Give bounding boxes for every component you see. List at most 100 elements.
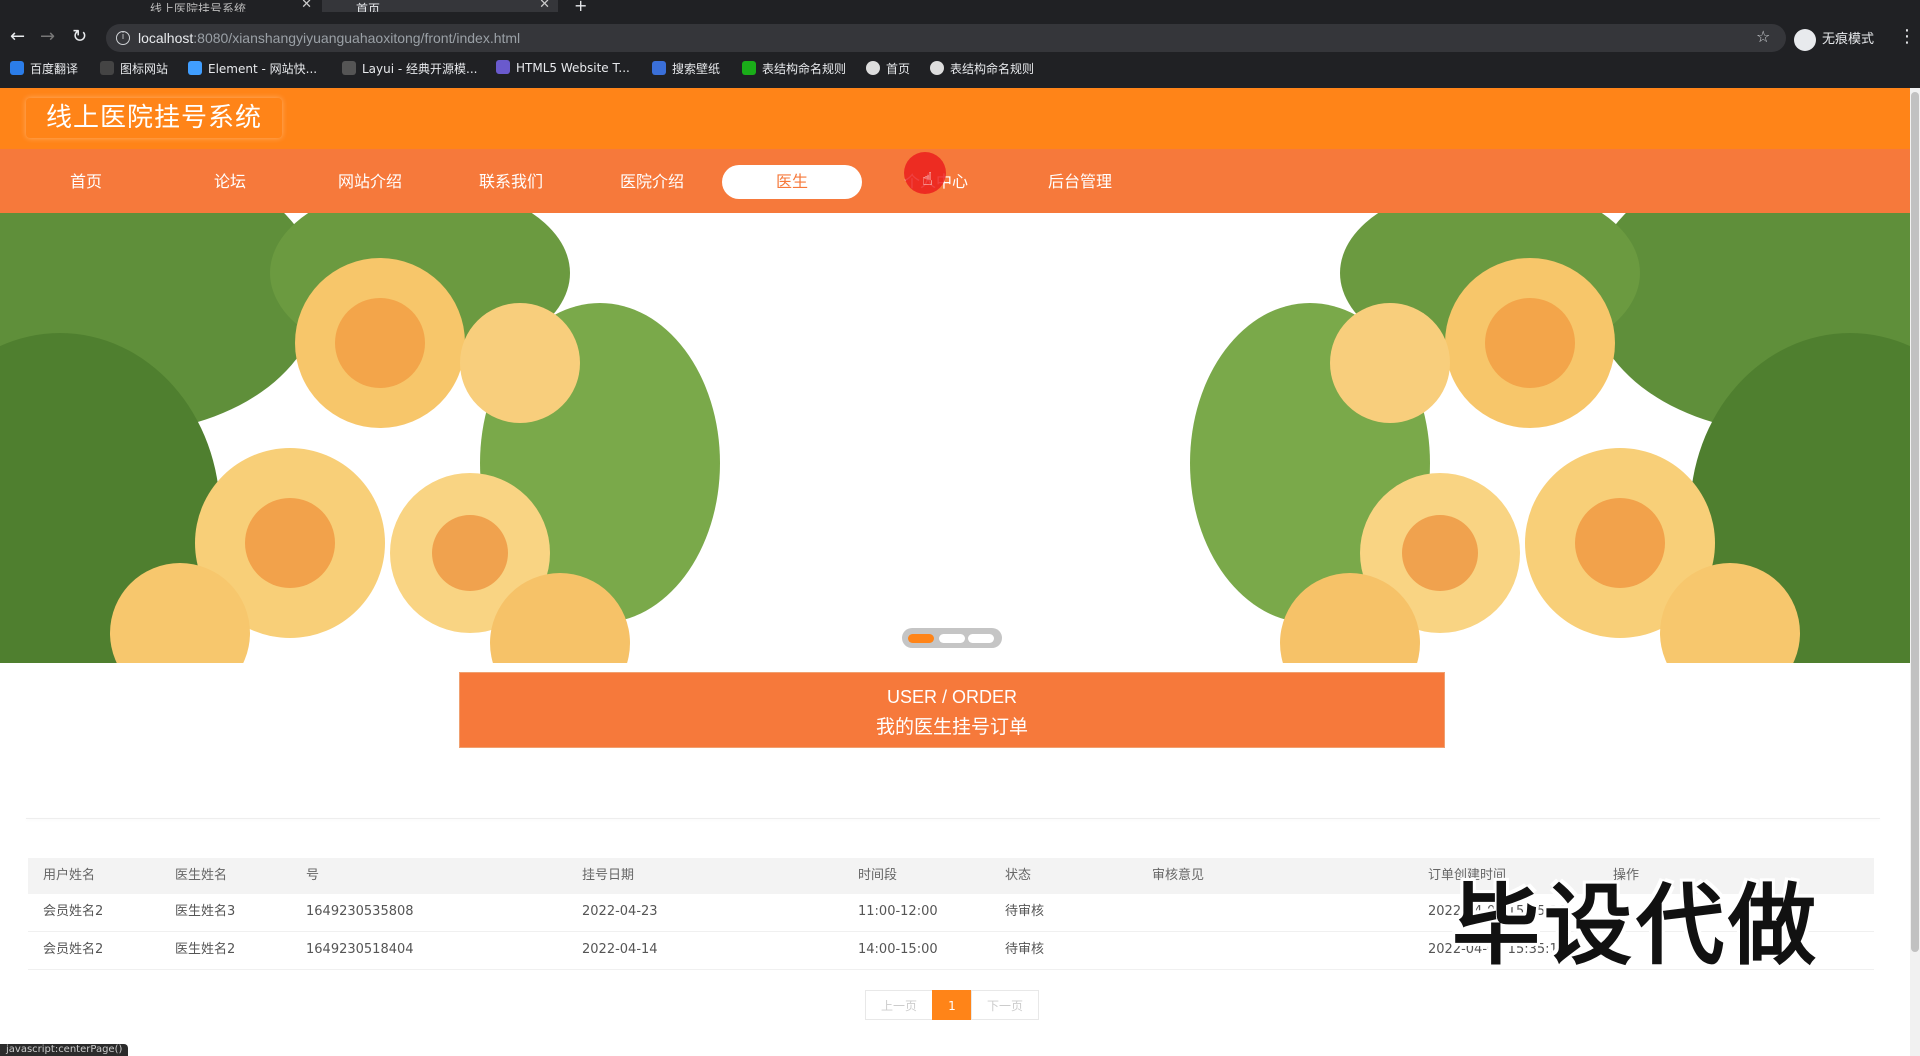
- column-header: 状态: [1005, 868, 1032, 883]
- banner-carousel[interactable]: [0, 213, 1910, 663]
- bookmark-item[interactable]: Layui - 经典开源模...: [342, 60, 477, 77]
- html5-icon: [496, 60, 510, 74]
- watermark-overlay: 毕设代做: [1452, 874, 1821, 977]
- wallpaper-icon: [652, 61, 666, 75]
- column-header: 审核意见: [1152, 868, 1205, 883]
- nav-item-contact[interactable]: 联系我们: [441, 165, 581, 199]
- url-field[interactable]: i localhost:8080/xianshangyiyuanguahaoxi…: [106, 24, 1786, 52]
- url-text: localhost:8080/xianshangyiyuanguahaoxito…: [138, 30, 520, 46]
- bookmark-label: Layui - 经典开源模...: [362, 62, 478, 76]
- bookmarks-bar: 百度翻译 图标网站 Element - 网站快... Layui - 经典开源模…: [0, 60, 1920, 80]
- roses-image-right: [1130, 213, 1910, 663]
- bookmark-item[interactable]: 首页: [866, 60, 910, 77]
- incognito-label: 无痕模式: [1822, 32, 1875, 47]
- roses-image-left: [0, 213, 780, 663]
- browser-tab-1[interactable]: 线上医院挂号系统 ✕: [90, 0, 320, 12]
- url-host: localhost: [138, 30, 194, 46]
- globe-icon: [866, 61, 880, 75]
- nav-item-home[interactable]: 首页: [16, 165, 156, 199]
- bookmark-item[interactable]: 图标网站: [100, 60, 168, 77]
- incognito-icon: [1794, 28, 1816, 51]
- column-header: 用户姓名: [43, 868, 96, 883]
- date-cell: 2022-04-14: [582, 942, 658, 957]
- bookmark-item[interactable]: 百度翻译: [10, 60, 78, 77]
- bookmark-label: 表结构命名规则: [762, 62, 847, 76]
- main-nav: 首页 论坛 网站介绍 联系我们 医院介绍 医生 个人中心 后台管理 ☝: [0, 149, 1910, 213]
- user-name-cell: 会员姓名2: [43, 904, 104, 919]
- section-title: USER / ORDER 我的医生挂号订单: [459, 672, 1445, 748]
- section-title-cn: 我的医生挂号订单: [875, 716, 1028, 738]
- column-header: 挂号日期: [582, 868, 635, 883]
- address-bar: ← → ↻ i localhost:8080/xianshangyiyuangu…: [0, 24, 1920, 52]
- next-page-button[interactable]: 下一页: [971, 990, 1039, 1020]
- number-cell: 1649230518404: [306, 942, 414, 957]
- bookmark-item[interactable]: Element - 网站快...: [188, 60, 317, 77]
- menu-icon[interactable]: ⋮: [1898, 26, 1916, 47]
- site-title[interactable]: 线上医院挂号系统: [26, 98, 282, 138]
- divider: [26, 818, 1880, 819]
- sheet-icon: [742, 61, 756, 75]
- prev-page-button[interactable]: 上一页: [865, 990, 933, 1020]
- column-header: 时间段: [858, 868, 898, 883]
- nav-item-site-intro[interactable]: 网站介绍: [300, 165, 440, 199]
- carousel-dot[interactable]: [939, 634, 965, 643]
- close-icon[interactable]: ✕: [539, 0, 550, 12]
- translate-icon: [10, 61, 24, 75]
- bookmark-item[interactable]: 表结构命名规则: [930, 60, 1034, 77]
- incognito-indicator[interactable]: 无痕模式: [1794, 28, 1874, 51]
- bookmark-label: 搜索壁纸: [672, 62, 721, 76]
- web-page: 线上医院挂号系统 首页 论坛 网站介绍 联系我们 医院介绍 医生 个人中心 后台…: [0, 88, 1910, 1056]
- bookmark-star-icon[interactable]: ☆: [1756, 27, 1770, 46]
- globe-icon: [930, 61, 944, 75]
- nav-item-forum[interactable]: 论坛: [160, 165, 300, 199]
- nav-item-hospital-intro[interactable]: 医院介绍: [582, 165, 722, 199]
- element-icon: [188, 61, 202, 75]
- slot-cell: 14:00-15:00: [858, 942, 938, 957]
- tab-strip: 线上医院挂号系统 ✕ 首页 ✕ +: [0, 0, 1920, 12]
- status-cell: 待审核: [1005, 904, 1045, 919]
- flag-icon: [100, 61, 114, 75]
- doctor-name-cell: 医生姓名3: [175, 904, 236, 919]
- status-cell: 待审核: [1005, 942, 1045, 957]
- carousel-dot[interactable]: [968, 634, 994, 643]
- bookmark-label: 表结构命名规则: [950, 62, 1035, 76]
- bookmark-item[interactable]: HTML5 Website T...: [496, 60, 630, 75]
- bookmark-label: 首页: [886, 62, 911, 76]
- doctor-name-cell: 医生姓名2: [175, 942, 236, 957]
- browser-chrome: 线上医院挂号系统 ✕ 首页 ✕ + ← → ↻ i localhost:8080/x…: [0, 0, 1920, 88]
- column-header: 医生姓名: [175, 868, 228, 883]
- pointer-hand-icon: ☝: [922, 169, 933, 190]
- tab-title: 首页: [356, 2, 381, 12]
- user-name-cell: 会员姓名2: [43, 942, 104, 957]
- bookmark-label: HTML5 Website T...: [516, 61, 630, 75]
- new-tab-button[interactable]: +: [574, 0, 587, 12]
- section-title-en: USER / ORDER: [886, 687, 1018, 707]
- forward-icon[interactable]: →: [40, 28, 55, 46]
- back-icon[interactable]: ←: [10, 28, 25, 46]
- carousel-dot[interactable]: [908, 634, 934, 643]
- status-bar-url: javascript:centerPage(): [0, 1044, 129, 1056]
- slot-cell: 11:00-12:00: [858, 904, 938, 919]
- close-icon[interactable]: ✕: [301, 0, 312, 12]
- reload-icon[interactable]: ↻: [72, 28, 87, 46]
- bookmark-item[interactable]: 表结构命名规则: [742, 60, 846, 77]
- bookmark-item[interactable]: 搜索壁纸: [652, 60, 720, 77]
- bookmark-label: 百度翻译: [30, 62, 79, 76]
- url-path: :8080/xianshangyiyuanguahaoxitong/front/…: [193, 30, 521, 46]
- carousel-indicators: [902, 628, 1002, 648]
- info-icon[interactable]: i: [116, 31, 130, 45]
- bookmark-label: Element - 网站快...: [208, 62, 318, 76]
- page-1-button[interactable]: 1: [932, 990, 972, 1020]
- browser-tab-2[interactable]: 首页 ✕: [322, 0, 558, 12]
- page-scrollbar[interactable]: [1910, 88, 1920, 1056]
- site-header: 线上医院挂号系统: [0, 88, 1910, 149]
- nav-item-admin[interactable]: 后台管理: [1010, 165, 1150, 199]
- column-header: 号: [306, 868, 320, 883]
- number-cell: 1649230535808: [306, 904, 414, 919]
- nav-item-doctor[interactable]: 医生: [722, 165, 862, 199]
- layui-icon: [342, 61, 356, 75]
- date-cell: 2022-04-23: [582, 904, 658, 919]
- bookmark-label: 图标网站: [120, 62, 169, 76]
- scrollbar-thumb[interactable]: [1911, 92, 1919, 952]
- tab-title: 线上医院挂号系统: [150, 2, 247, 12]
